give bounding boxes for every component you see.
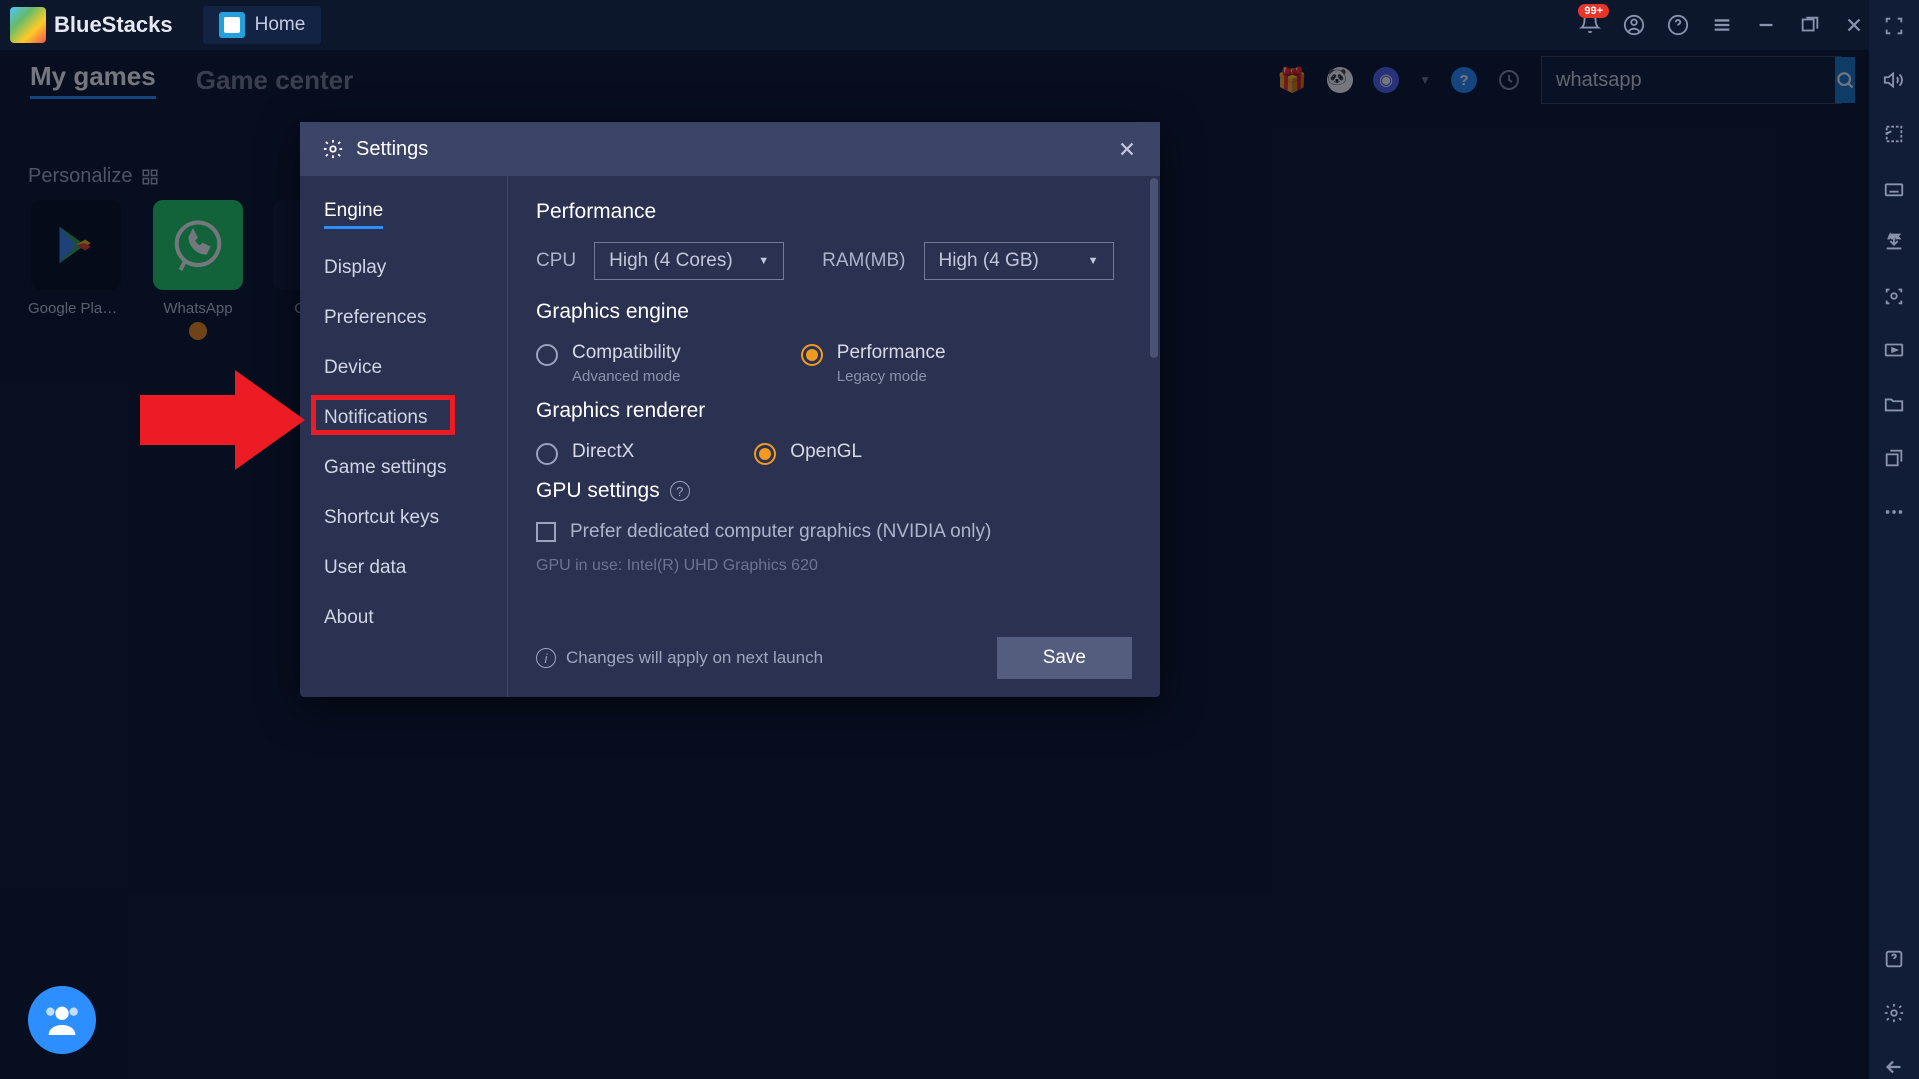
modal-body: Engine Display Preferences Device Notifi…	[300, 176, 1160, 697]
modal-footer: i Changes will apply on next launch Save	[536, 637, 1132, 679]
help-icon[interactable]	[1667, 14, 1689, 36]
modal-title: Settings	[356, 138, 428, 161]
chevron-down-icon: ▼	[1088, 255, 1099, 267]
more-icon[interactable]	[1882, 500, 1906, 524]
folder-icon[interactable]	[1882, 392, 1906, 416]
radio-performance[interactable]: Performance Legacy mode	[801, 342, 946, 385]
help-sidebar-icon[interactable]	[1882, 947, 1906, 971]
settings-sidebar-icon[interactable]	[1882, 1001, 1906, 1025]
graphics-engine-heading: Graphics engine	[536, 300, 1132, 324]
gpu-help-icon[interactable]: ?	[670, 481, 690, 501]
titlebar-actions: 99+	[1579, 12, 1909, 39]
notifications-button[interactable]: 99+	[1579, 12, 1601, 39]
settings-nav-about[interactable]: About	[324, 607, 483, 629]
gear-icon	[322, 138, 344, 160]
settings-modal: Settings Engine Display Preferences Devi…	[300, 122, 1160, 697]
multi-instance-icon[interactable]	[1882, 446, 1906, 470]
contacts-icon	[42, 1000, 82, 1040]
tab-home[interactable]: Home	[203, 6, 322, 44]
contacts-fab[interactable]	[28, 986, 96, 1054]
gpu-settings-heading: GPU settings ?	[536, 479, 1132, 503]
gpu-in-use: GPU in use: Intel(R) UHD Graphics 620	[536, 557, 1132, 575]
cpu-label: CPU	[536, 250, 576, 272]
titlebar: BlueStacks Home 99+	[0, 0, 1919, 50]
ram-dropdown[interactable]: High (4 GB) ▼	[924, 242, 1114, 280]
performance-heading: Performance	[536, 200, 1132, 224]
settings-nav-display[interactable]: Display	[324, 257, 483, 279]
install-apk-icon[interactable]: APK	[1882, 230, 1906, 254]
content-scrollbar[interactable]	[1150, 178, 1158, 358]
radio-compatibility[interactable]: Compatibility Advanced mode	[536, 342, 681, 385]
media-icon[interactable]	[1882, 338, 1906, 362]
radio-icon	[536, 344, 558, 366]
gpu-checkbox-row[interactable]: Prefer dedicated computer graphics (NVID…	[536, 521, 1132, 543]
graphics-renderer-heading: Graphics renderer	[536, 399, 1132, 423]
minimize-icon[interactable]	[1755, 14, 1777, 36]
radio-icon	[754, 443, 776, 465]
checkbox-icon	[536, 522, 556, 542]
account-icon[interactable]	[1623, 14, 1645, 36]
settings-nav-user-data[interactable]: User data	[324, 557, 483, 579]
brand-name: BlueStacks	[54, 12, 173, 38]
settings-nav-notifications[interactable]: Notifications	[324, 407, 483, 429]
chevron-down-icon: ▼	[758, 255, 769, 267]
back-icon[interactable]	[1882, 1055, 1906, 1079]
ram-label: RAM(MB)	[822, 250, 905, 272]
close-icon[interactable]	[1843, 14, 1865, 36]
brand: BlueStacks	[0, 7, 183, 43]
settings-nav-game-settings[interactable]: Game settings	[324, 457, 483, 479]
location-icon[interactable]	[1882, 122, 1906, 146]
radio-directx[interactable]: DirectX	[536, 441, 634, 465]
info-icon: i	[536, 648, 556, 668]
settings-sidebar: Engine Display Preferences Device Notifi…	[300, 176, 508, 697]
radio-icon	[801, 344, 823, 366]
menu-icon[interactable]	[1711, 14, 1733, 36]
cpu-dropdown[interactable]: High (4 Cores) ▼	[594, 242, 784, 280]
save-button[interactable]: Save	[997, 637, 1132, 679]
footer-info: i Changes will apply on next launch	[536, 648, 823, 668]
svg-text:APK: APK	[1888, 234, 1899, 240]
annotation-arrow-icon	[140, 370, 310, 470]
settings-nav-engine[interactable]: Engine	[324, 200, 383, 229]
home-tab-label: Home	[255, 14, 306, 36]
volume-icon[interactable]	[1882, 68, 1906, 92]
modal-header: Settings	[300, 122, 1160, 176]
modal-close-button[interactable]	[1116, 138, 1138, 160]
settings-nav-shortcut-keys[interactable]: Shortcut keys	[324, 507, 483, 529]
settings-nav-device[interactable]: Device	[324, 357, 483, 379]
notifications-badge: 99+	[1578, 4, 1609, 18]
brand-logo-icon	[10, 7, 46, 43]
radio-icon	[536, 443, 558, 465]
right-sidebar: APK	[1869, 0, 1919, 1079]
radio-opengl[interactable]: OpenGL	[754, 441, 862, 465]
home-tab-icon	[219, 12, 245, 38]
settings-nav-preferences[interactable]: Preferences	[324, 307, 483, 329]
maximize-icon[interactable]	[1799, 14, 1821, 36]
screenshot-icon[interactable]	[1882, 284, 1906, 308]
keyboard-icon[interactable]	[1882, 176, 1906, 200]
settings-content: Performance CPU High (4 Cores) ▼ RAM(MB)…	[508, 176, 1160, 697]
fullscreen-icon[interactable]	[1882, 14, 1906, 38]
